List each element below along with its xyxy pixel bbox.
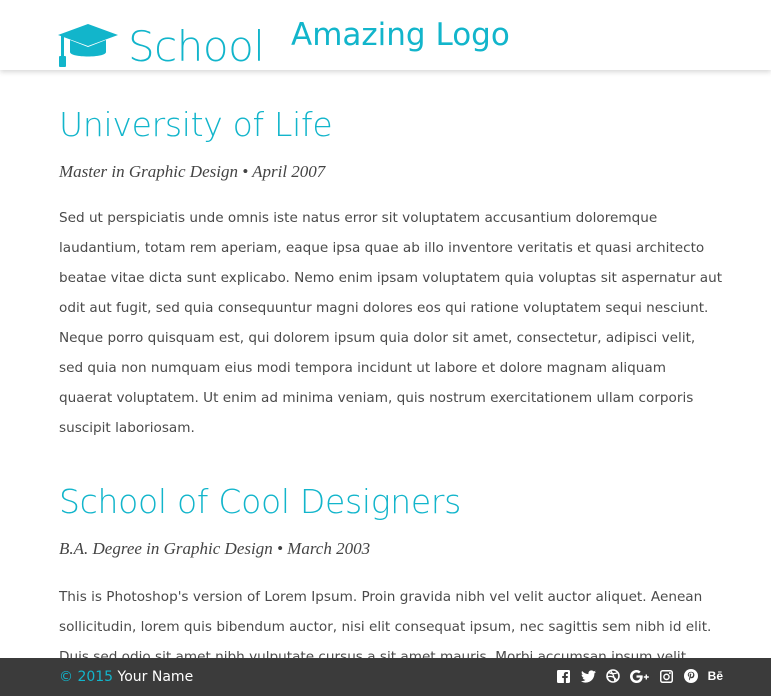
instagram-icon[interactable]	[660, 668, 674, 684]
social-links: Bē	[557, 668, 723, 684]
google-plus-icon[interactable]	[629, 668, 650, 684]
entry-meta: Master in Graphic Design • April 2007	[59, 162, 326, 181]
entry-description: This is Photoshop's version of Lorem Ips…	[59, 589, 712, 658]
section-title: School	[128, 22, 265, 71]
entry-title: University of Life	[59, 105, 333, 144]
author-name[interactable]: Your Name	[118, 669, 194, 685]
entry-description: Sed ut perspiciatis unde omnis iste natu…	[59, 210, 723, 436]
site-footer: © 2015 Your Name Bē	[0, 658, 771, 696]
site-header: School Amazing Logo	[0, 0, 771, 71]
copyright: © 2015 Your Name	[59, 668, 193, 686]
brand-logo[interactable]: Amazing Logo	[291, 16, 510, 54]
education-list: University of Life Master in Graphic Des…	[0, 70, 771, 658]
entry-title: School of Cool Designers	[59, 482, 462, 521]
dribbble-icon[interactable]	[605, 668, 620, 684]
behance-icon[interactable]: Bē	[708, 668, 723, 684]
facebook-icon[interactable]	[557, 668, 571, 684]
pinterest-icon[interactable]	[683, 668, 698, 684]
entry-meta: B.A. Degree in Graphic Design • March 20…	[59, 539, 371, 558]
graduation-cap-icon	[58, 24, 118, 67]
twitter-icon[interactable]	[580, 668, 596, 684]
copyright-year: © 2015	[59, 669, 114, 685]
